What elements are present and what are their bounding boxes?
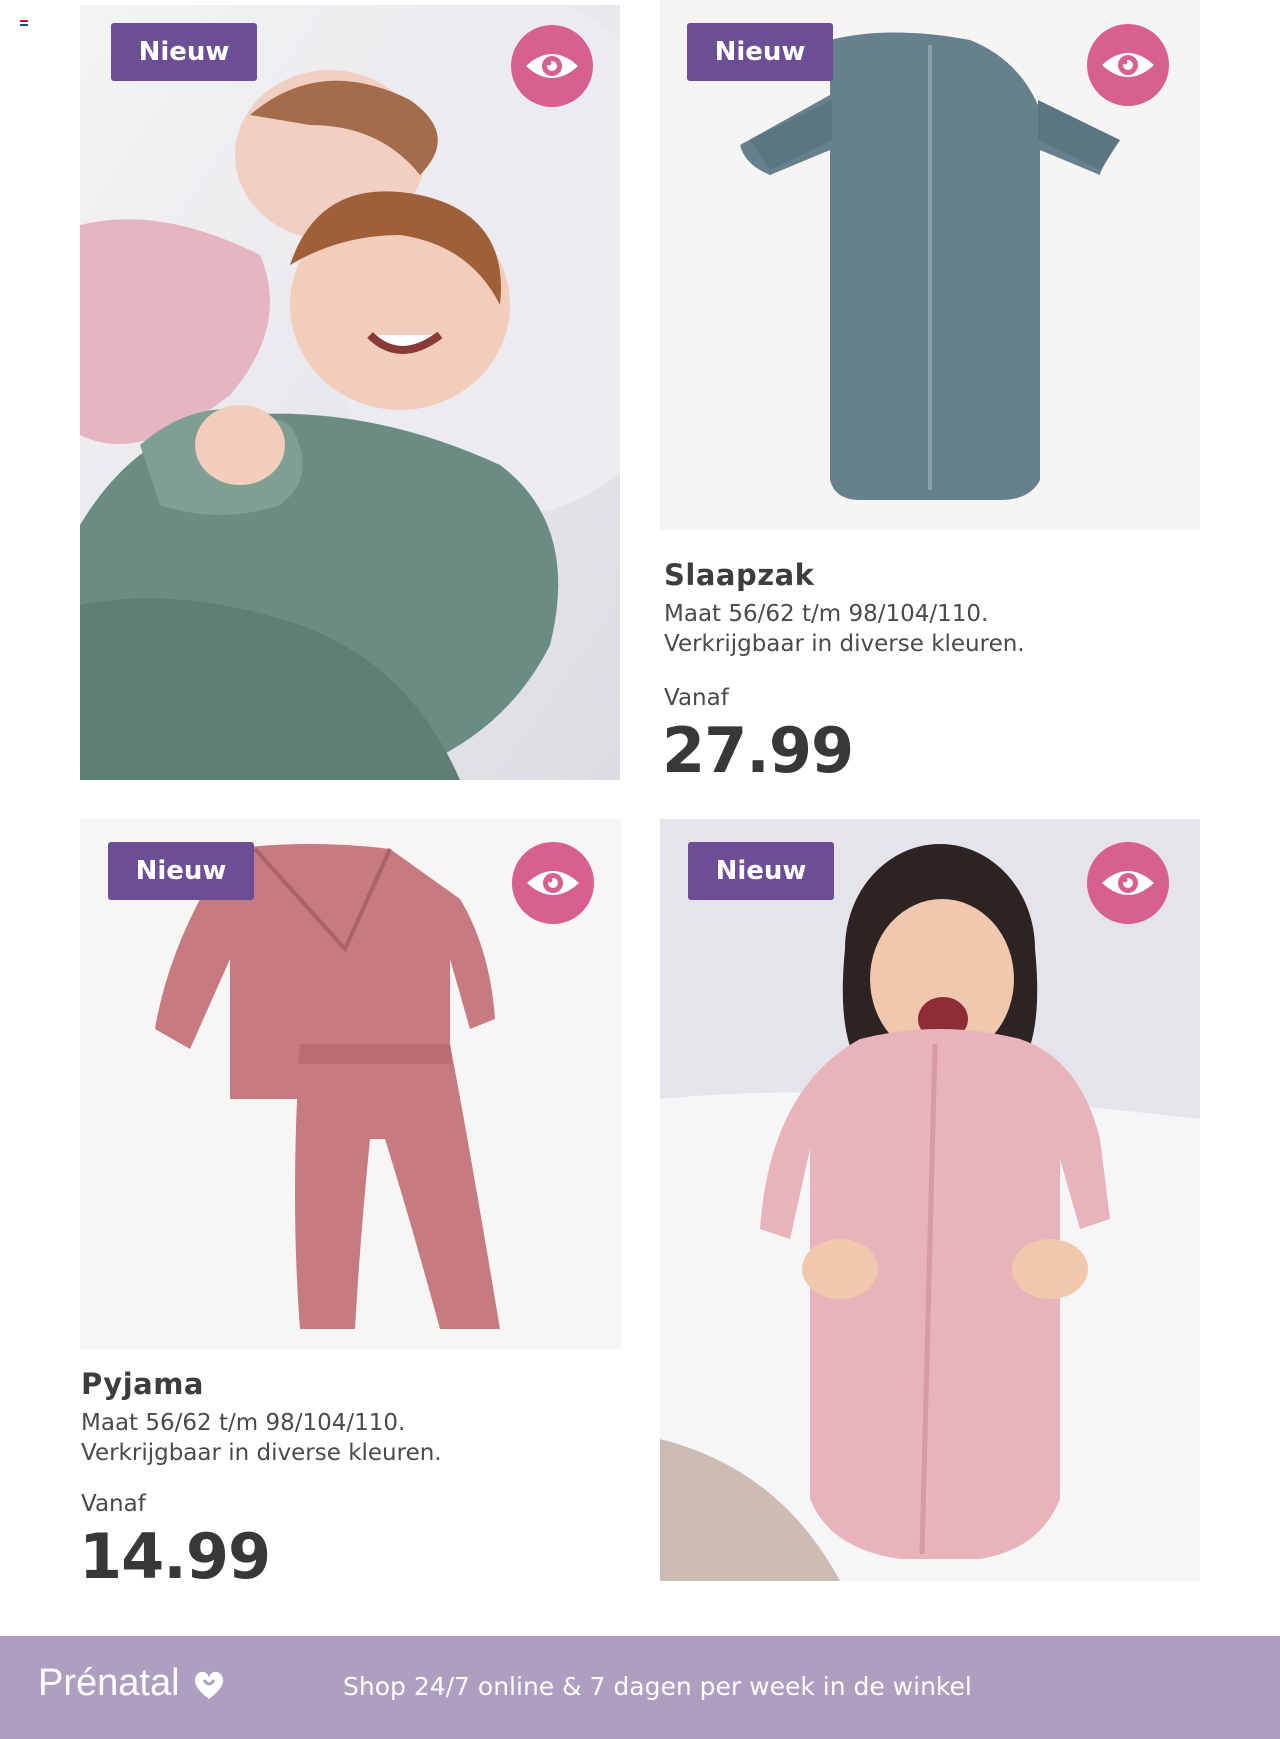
footer-bar: Prénatal Shop 24/7 online & 7 dagen per …: [0, 1636, 1280, 1739]
product-title: Pyjama: [81, 1367, 204, 1401]
new-badge: Nieuw: [688, 842, 834, 900]
view-button[interactable]: [1087, 24, 1169, 106]
new-badge: Nieuw: [108, 842, 254, 900]
product-title: Slaapzak: [664, 558, 815, 592]
kids-photo: [80, 5, 620, 780]
price-from-label: Vanaf: [664, 685, 729, 711]
girl-photo: [660, 819, 1200, 1581]
new-badge: Nieuw: [111, 23, 257, 81]
eye-icon: [1102, 53, 1154, 77]
product-price: 27.99: [662, 714, 854, 787]
product-availability: Verkrijgbaar in diverse kleuren.: [664, 631, 1025, 657]
brand-logo-text[interactable]: Prénatal: [38, 1662, 180, 1705]
slaapzak-card[interactable]: Nieuw: [660, 0, 1200, 530]
eye-icon: [526, 54, 578, 78]
new-badge: Nieuw: [687, 23, 833, 81]
eye-icon: [527, 871, 579, 895]
photo-girl-card[interactable]: Nieuw: [660, 819, 1200, 1581]
product-size: Maat 56/62 t/m 98/104/110.: [81, 1410, 406, 1436]
eye-icon: [1102, 871, 1154, 895]
view-button[interactable]: [511, 25, 593, 107]
flag-icon: [20, 20, 28, 26]
product-availability: Verkrijgbaar in diverse kleuren.: [81, 1440, 442, 1466]
price-from-label: Vanaf: [81, 1491, 146, 1517]
product-price: 14.99: [79, 1520, 271, 1593]
footer-slogan: Shop 24/7 online & 7 dagen per week in d…: [343, 1672, 972, 1701]
product-size: Maat 56/62 t/m 98/104/110.: [664, 601, 989, 627]
view-button[interactable]: [1087, 842, 1169, 924]
pyjama-card[interactable]: Nieuw: [80, 819, 622, 1349]
heart-logo-icon: [194, 1671, 224, 1699]
view-button[interactable]: [512, 842, 594, 924]
photo-kids-card[interactable]: Nieuw: [80, 5, 620, 780]
